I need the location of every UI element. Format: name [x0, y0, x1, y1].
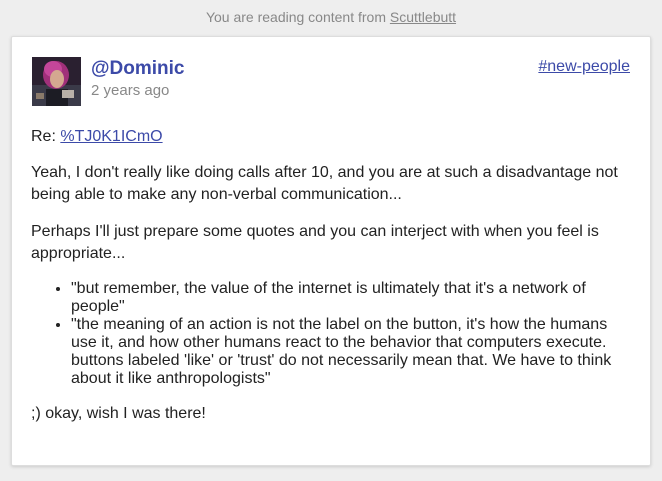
post-timestamp[interactable]: 2 years ago: [91, 82, 169, 99]
reply-prefix: Re:: [31, 128, 61, 145]
content-source-notice: You are reading content from Scuttlebutt: [0, 9, 662, 25]
avatar[interactable]: [32, 57, 81, 106]
quote-list: "but remember, the value of the internet…: [31, 280, 636, 388]
reply-message-link[interactable]: %TJ0K1ICmO: [60, 128, 162, 145]
avatar-image-icon: [32, 57, 81, 106]
list-item: "but remember, the value of the internet…: [71, 280, 636, 316]
notice-text: You are reading content from: [205, 9, 390, 25]
post-card: @Dominic 2 years ago #new-people Re: %TJ…: [11, 36, 651, 466]
post-paragraph: Perhaps I'll just prepare some quotes an…: [31, 223, 599, 262]
author-name-link[interactable]: @Dominic: [91, 58, 184, 80]
channel-link[interactable]: #new-people: [538, 58, 630, 76]
list-item: "the meaning of an action is not the lab…: [71, 316, 636, 388]
post-body: Re: %TJ0K1ICmO Yeah, I don't really like…: [31, 126, 636, 440]
reply-reference: Re: %TJ0K1ICmO: [31, 126, 636, 148]
post-closing: ;) okay, wish I was there!: [31, 405, 206, 422]
scuttlebutt-link[interactable]: Scuttlebutt: [390, 9, 456, 25]
post-paragraph: Yeah, I don't really like doing calls af…: [31, 164, 618, 203]
